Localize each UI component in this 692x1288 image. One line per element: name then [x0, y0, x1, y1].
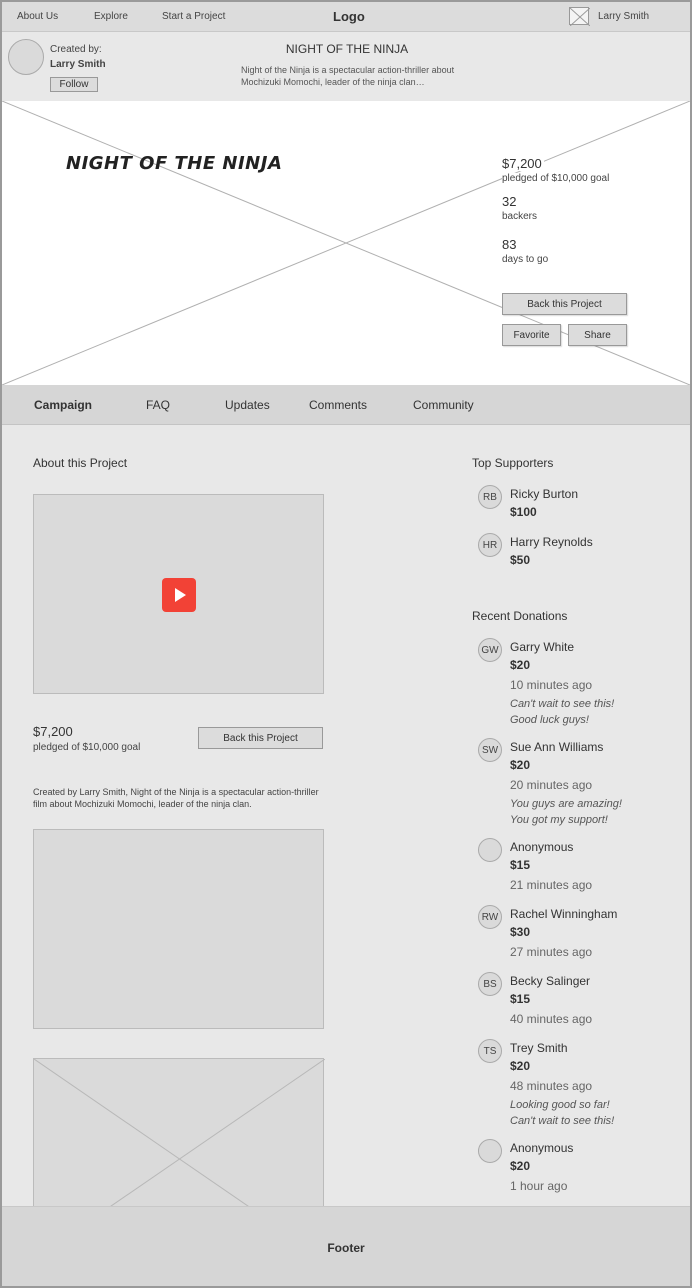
- user-name-link[interactable]: Larry Smith: [598, 11, 649, 22]
- hero-title: NIGHT OF THE NINJA: [66, 153, 283, 174]
- donation-amount: $15: [510, 992, 531, 1006]
- message-line: Can't wait to see this!: [510, 698, 615, 710]
- main-pledged-amount: $7,200: [33, 724, 73, 739]
- hero-banner: NIGHT OF THE NINJA $7,200 pledged of $10…: [2, 101, 690, 385]
- creator-name[interactable]: Larry Smith: [50, 59, 106, 70]
- donation-time: 27 minutes ago: [510, 945, 593, 959]
- tab-updates[interactable]: Updates: [225, 398, 270, 412]
- donor-name[interactable]: Rachel Winningham: [510, 907, 617, 921]
- main-back-project-button[interactable]: Back this Project: [198, 727, 323, 749]
- page-frame: About Us Explore Start a Project Logo La…: [0, 0, 692, 1288]
- avatar[interactable]: [478, 838, 502, 862]
- top-nav: About Us Explore Start a Project Logo La…: [2, 2, 690, 32]
- project-summary: Night of the Ninja is a spectacular acti…: [241, 65, 455, 87]
- about-heading: About this Project: [33, 456, 128, 470]
- avatar[interactable]: [478, 1139, 502, 1163]
- avatar[interactable]: BS: [478, 972, 502, 996]
- project-description: Created by Larry Smith, Night of the Nin…: [33, 787, 319, 809]
- main-pledged-goal: pledged of $10,000 goal: [33, 742, 141, 753]
- donation-time: 10 minutes ago: [510, 678, 593, 692]
- creator-bar: Created by: Larry Smith Follow NIGHT OF …: [2, 33, 690, 101]
- pledged-amount: $7,200: [502, 156, 544, 171]
- created-by-label: Created by:: [50, 44, 102, 55]
- video-player[interactable]: [33, 494, 324, 694]
- logo[interactable]: Logo: [333, 9, 365, 24]
- nav-about-us[interactable]: About Us: [17, 11, 58, 22]
- donation-time: 20 minutes ago: [510, 778, 593, 792]
- donor-name[interactable]: Trey Smith: [510, 1041, 568, 1055]
- share-button[interactable]: Share: [568, 324, 627, 346]
- recent-donations-heading: Recent Donations: [472, 609, 568, 623]
- content-image-placeholder: [33, 1058, 325, 1259]
- supporter-name[interactable]: Ricky Burton: [510, 487, 578, 501]
- favorite-button[interactable]: Favorite: [502, 324, 561, 346]
- user-avatar-icon[interactable]: [569, 7, 591, 27]
- message-line: You got my support!: [510, 814, 608, 826]
- donation-amount: $30: [510, 925, 531, 939]
- donor-name[interactable]: Garry White: [510, 640, 574, 654]
- message-line: Good luck guys!: [510, 714, 589, 726]
- project-title: NIGHT OF THE NINJA: [285, 42, 409, 56]
- tab-comments[interactable]: Comments: [309, 398, 367, 412]
- message-line: Looking good so far!: [510, 1099, 610, 1111]
- donation-amount: $15: [510, 858, 531, 872]
- back-project-button[interactable]: Back this Project: [502, 293, 627, 315]
- avatar[interactable]: RW: [478, 905, 502, 929]
- donation-amount: $20: [510, 758, 531, 772]
- donation-time: 21 minutes ago: [510, 878, 593, 892]
- donor-name[interactable]: Anonymous: [510, 840, 573, 854]
- nav-explore[interactable]: Explore: [94, 11, 128, 22]
- avatar[interactable]: RB: [478, 485, 502, 509]
- supporter-amount: $50: [510, 553, 531, 567]
- avatar[interactable]: SW: [478, 738, 502, 762]
- supporter-amount: $100: [510, 505, 537, 519]
- donor-name[interactable]: Becky Salinger: [510, 974, 590, 988]
- tab-faq[interactable]: FAQ: [146, 398, 170, 412]
- donor-name[interactable]: Anonymous: [510, 1141, 573, 1155]
- nav-start-project[interactable]: Start a Project: [162, 11, 225, 22]
- donation-amount: $20: [510, 1059, 531, 1073]
- message-line: You guys are amazing!: [510, 798, 622, 810]
- avatar[interactable]: HR: [478, 533, 502, 557]
- backers-count: 32: [502, 194, 519, 209]
- tab-community[interactable]: Community: [413, 398, 474, 412]
- play-icon[interactable]: [162, 578, 196, 612]
- donation-time: 1 hour ago: [510, 1179, 568, 1193]
- follow-button[interactable]: Follow: [50, 77, 98, 92]
- creator-avatar[interactable]: [8, 39, 44, 75]
- message-line: Can't wait to see this!: [510, 1115, 615, 1127]
- donation-message: Looking good so far! Can't wait to see th…: [510, 1097, 614, 1129]
- avatar[interactable]: GW: [478, 638, 502, 662]
- project-tabs: Campaign FAQ Updates Comments Community: [2, 385, 690, 425]
- top-supporters-heading: Top Supporters: [472, 456, 554, 470]
- footer-label: Footer: [327, 1241, 365, 1255]
- donation-amount: $20: [510, 658, 531, 672]
- donation-time: 48 minutes ago: [510, 1079, 593, 1093]
- footer: Footer: [2, 1206, 690, 1286]
- content-image: [33, 829, 324, 1029]
- donor-name[interactable]: Sue Ann Williams: [510, 740, 603, 754]
- donation-message: Can't wait to see this! Good luck guys!: [510, 696, 614, 728]
- days-count: 83: [502, 237, 519, 252]
- donation-message: You guys are amazing! You got my support!: [510, 796, 622, 828]
- donation-time: 40 minutes ago: [510, 1012, 593, 1026]
- tab-campaign[interactable]: Campaign: [34, 398, 92, 412]
- days-label: days to go: [502, 254, 551, 265]
- backers-label: backers: [502, 211, 540, 222]
- pledged-goal: pledged of $10,000 goal: [502, 173, 612, 184]
- donation-amount: $20: [510, 1159, 531, 1173]
- supporter-name[interactable]: Harry Reynolds: [510, 535, 593, 549]
- avatar[interactable]: TS: [478, 1039, 502, 1063]
